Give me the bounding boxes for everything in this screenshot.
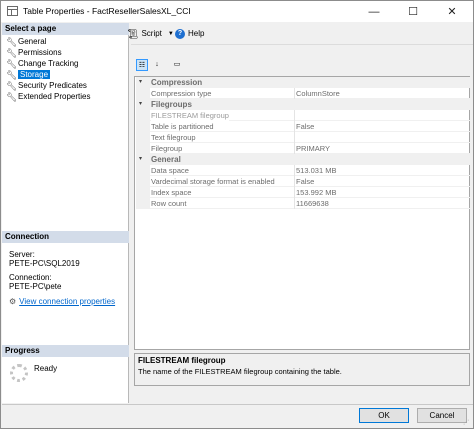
resize-grip-icon[interactable]: ⋰ (463, 419, 471, 427)
close-button[interactable]: ✕ (432, 1, 472, 22)
property-row[interactable]: Text filegroup (136, 132, 470, 143)
minimize-button[interactable]: — (354, 1, 394, 22)
category-name: General (151, 155, 181, 164)
description-text: The name of the FILESTREAM filegroup con… (138, 367, 342, 376)
page-item-permissions[interactable]: 🔧︎ Permissions (2, 47, 129, 58)
maximize-button[interactable]: ☐ (393, 1, 433, 22)
property-name: Data space (151, 166, 189, 175)
script-label: Script (141, 29, 162, 38)
page-item-label: Storage (18, 70, 51, 79)
wrench-icon: 🔧︎ (6, 92, 18, 102)
property-name: Compression type (151, 89, 212, 98)
collapse-icon[interactable]: ▾ (139, 77, 142, 88)
property-row[interactable]: FILESTREAM filegroup (136, 110, 470, 121)
server-label: Server: (9, 250, 35, 259)
collapse-icon[interactable]: ▾ (139, 154, 142, 165)
property-row[interactable]: Data space 513.031 MB (136, 165, 470, 176)
category-name: Filegroups (151, 100, 192, 109)
property-pages-icon[interactable]: ▭ (171, 59, 183, 71)
ok-button[interactable]: OK (359, 408, 409, 423)
description-title: FILESTREAM filegroup (138, 356, 226, 365)
page-item-label: Change Tracking (18, 59, 79, 68)
property-value: 513.031 MB (296, 166, 337, 175)
wrench-icon: 🔧︎ (6, 70, 18, 80)
property-row[interactable]: Vardecimal storage format is enabled Fal… (136, 176, 470, 187)
category-row[interactable]: ▾ General (136, 154, 470, 165)
property-value: 11669638 (296, 199, 329, 208)
property-value: False (296, 177, 315, 186)
select-page-header: Select a page (2, 23, 129, 35)
property-value: ColumnStore (296, 89, 340, 98)
help-icon: ? (175, 29, 185, 39)
left-pane: Select a page 🔧︎ General 🔧︎ Permissions … (2, 23, 129, 403)
page-item-label: Security Predicates (18, 81, 87, 90)
progress-status: Ready (34, 364, 58, 373)
script-icon: 📜︎ (127, 29, 139, 39)
page-item-extended-properties[interactable]: 🔧︎ Extended Properties (2, 91, 129, 102)
wrench-icon: 🔧︎ (6, 48, 18, 58)
category-name: Compression (151, 78, 203, 87)
wrench-icon: 🔧︎ (6, 59, 18, 69)
connection-label: Connection: (9, 273, 52, 282)
view-connection-row: ⚙ View connection properties (9, 297, 115, 306)
property-name: Filegroup (151, 144, 183, 153)
connection-properties-icon: ⚙ (9, 297, 17, 306)
collapse-icon[interactable]: ▾ (139, 99, 142, 110)
property-name: Text filegroup (151, 133, 196, 142)
page-item-security-predicates[interactable]: 🔧︎ Security Predicates (2, 80, 129, 91)
title-bar: Table Properties - FactResellerSalesXL_C… (1, 1, 473, 22)
property-name: Row count (151, 199, 187, 208)
help-button[interactable]: ? Help (175, 28, 204, 40)
connection-header: Connection (2, 231, 129, 243)
table-properties-dialog: Table Properties - FactResellerSalesXL_C… (0, 0, 474, 429)
chevron-down-icon: ▼ (167, 31, 174, 37)
view-connection-properties-link[interactable]: View connection properties (19, 297, 115, 306)
property-name: Index space (151, 188, 192, 197)
page-item-label: Permissions (18, 48, 62, 57)
main-toolbar: 📜︎ Script ▼ ? Help (127, 23, 473, 45)
property-value: False (296, 122, 315, 131)
progress-spinner-icon (10, 364, 28, 382)
description-pane: FILESTREAM filegroup The name of the FIL… (134, 353, 470, 386)
wrench-icon: 🔧︎ (6, 81, 18, 91)
footer-divider (2, 404, 473, 405)
property-name: Table is partitioned (151, 122, 214, 131)
progress-header: Progress (2, 345, 129, 357)
property-value: 153.992 MB (296, 188, 337, 197)
page-item-storage[interactable]: 🔧︎ Storage (2, 69, 129, 80)
property-name: Vardecimal storage format is enabled (151, 177, 275, 186)
page-list: 🔧︎ General 🔧︎ Permissions 🔧︎ Change Trac… (2, 36, 129, 102)
categorized-icon[interactable]: ☷ (136, 59, 148, 71)
property-row[interactable]: Filegroup PRIMARY (136, 143, 470, 154)
table-icon (7, 6, 18, 16)
page-item-label: Extended Properties (18, 92, 91, 101)
connection-value: PETE-PC\pete (9, 282, 62, 291)
property-row[interactable]: Compression type ColumnStore (136, 88, 470, 99)
category-row[interactable]: ▾ Compression (136, 77, 470, 88)
property-row[interactable]: Row count 11669638 (136, 198, 470, 209)
category-row[interactable]: ▾ Filegroups (136, 99, 470, 110)
property-value: PRIMARY (296, 144, 331, 153)
page-item-label: General (18, 37, 47, 46)
page-item-general[interactable]: 🔧︎ General (2, 36, 129, 47)
script-button[interactable]: 📜︎ Script ▼ (127, 28, 174, 40)
property-name: FILESTREAM filegroup (151, 110, 229, 121)
page-item-change-tracking[interactable]: 🔧︎ Change Tracking (2, 58, 129, 69)
cancel-button[interactable]: Cancel (417, 408, 467, 423)
property-row[interactable]: Table is partitioned False (136, 121, 470, 132)
sort-alphabetical-icon[interactable]: ↓ (151, 59, 163, 71)
property-grid: ▾ Compression Compression type ColumnSto… (134, 76, 470, 350)
server-value: PETE-PC\SQL2019 (9, 259, 80, 268)
help-label: Help (188, 29, 205, 38)
property-row[interactable]: Index space 153.992 MB (136, 187, 470, 198)
wrench-icon: 🔧︎ (6, 37, 18, 47)
window-title: Table Properties - FactResellerSalesXL_C… (23, 6, 191, 16)
